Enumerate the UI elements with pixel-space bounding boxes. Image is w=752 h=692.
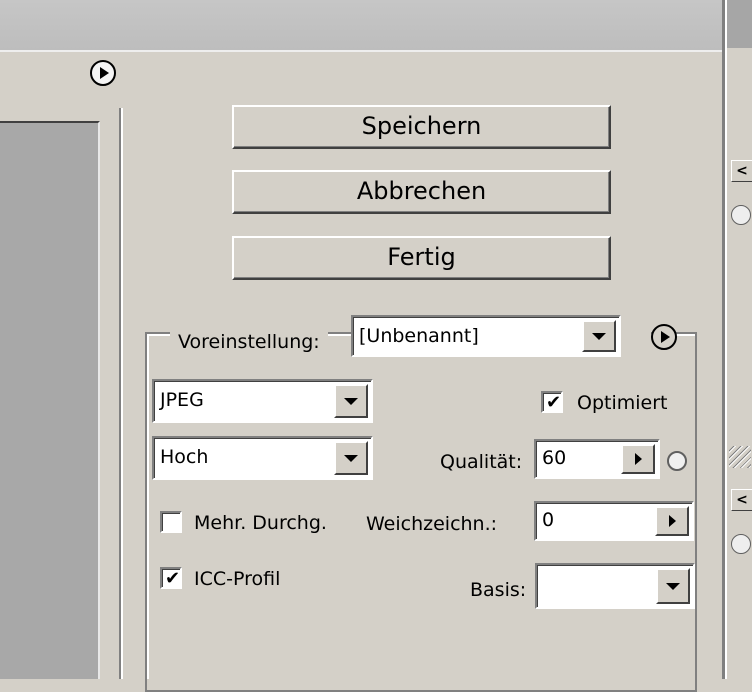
progressive-checkbox[interactable]	[160, 511, 182, 533]
dropdown-arrow-icon[interactable]	[334, 384, 368, 418]
optimized-label: Optimiert	[577, 392, 668, 414]
image-preview[interactable]	[0, 121, 100, 679]
format-dropdown[interactable]: JPEG	[152, 379, 373, 423]
blur-input[interactable]: 0	[534, 501, 694, 541]
cancel-button[interactable]: Abbrechen	[232, 170, 611, 214]
preset-value: [Unbenannt]	[359, 325, 479, 347]
spin-arrow-icon[interactable]	[621, 444, 655, 474]
preset-label: Voreinstellung:	[170, 330, 328, 354]
progressive-label: Mehr. Durchg.	[194, 512, 327, 534]
preset-dropdown[interactable]: [Unbenannt]	[351, 315, 621, 357]
right-panel-strip	[727, 0, 752, 679]
divider	[121, 108, 123, 679]
eyedropper-circle-icon[interactable]	[667, 451, 687, 471]
checkmark-icon: ✔	[165, 568, 181, 589]
divider	[621, 328, 651, 344]
divider	[725, 0, 727, 679]
format-value: JPEG	[160, 389, 204, 411]
blur-label: Weichzeichn.:	[366, 513, 498, 535]
menu-arrow-icon	[100, 67, 109, 79]
collapse-button[interactable]: <	[731, 489, 752, 511]
blur-value: 0	[542, 509, 555, 531]
checkmark-icon: ✔	[546, 392, 562, 413]
quality-preset-value: Hoch	[160, 446, 209, 468]
title-bar	[0, 0, 722, 50]
matte-label: Basis:	[470, 579, 527, 601]
dropdown-arrow-icon[interactable]	[582, 320, 616, 352]
preview-menu-button[interactable]	[90, 60, 116, 86]
quality-value: 60	[542, 447, 567, 469]
icc-profile-checkbox[interactable]: ✔	[160, 567, 182, 589]
quality-label: Qualität:	[440, 451, 523, 473]
divider	[0, 50, 722, 52]
dropdown-arrow-icon[interactable]	[334, 441, 368, 475]
matte-dropdown[interactable]	[535, 563, 695, 609]
optimize-menu-button[interactable]	[651, 324, 677, 350]
spin-arrow-icon[interactable]	[655, 506, 689, 536]
panel-menu-icon[interactable]	[731, 205, 751, 225]
quality-preset-dropdown[interactable]: Hoch	[152, 436, 373, 480]
collapse-button[interactable]: <	[731, 160, 752, 182]
panel-menu-icon[interactable]	[731, 534, 751, 554]
save-button[interactable]: Speichern	[232, 105, 611, 149]
right-panel-header	[727, 0, 752, 48]
dropdown-arrow-icon[interactable]	[656, 568, 690, 604]
menu-arrow-icon	[661, 331, 670, 343]
quality-input[interactable]: 60	[534, 439, 660, 479]
done-button[interactable]: Fertig	[232, 236, 611, 280]
icc-profile-label: ICC-Profil	[194, 568, 281, 590]
optimized-checkbox[interactable]: ✔	[541, 391, 563, 413]
resize-grip-icon[interactable]	[729, 446, 751, 468]
